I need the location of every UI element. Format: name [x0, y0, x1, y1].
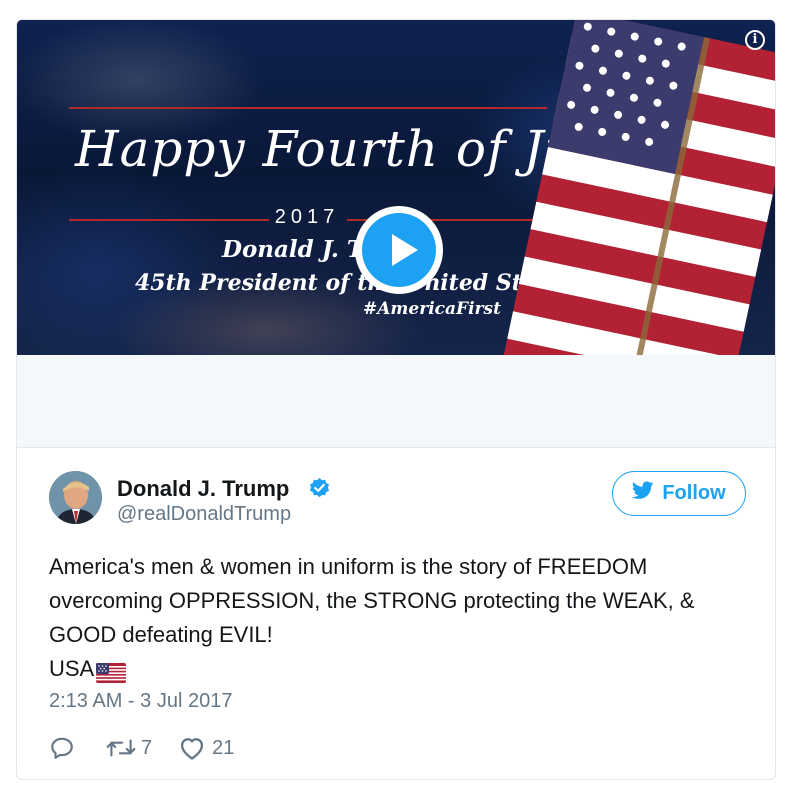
twitter-bird-icon	[632, 481, 654, 506]
tweet-text: America's men & women in uniform is the …	[49, 550, 749, 686]
media-caption-area	[17, 355, 775, 447]
decorative-rule-top	[69, 107, 547, 109]
us-flag-emoji	[96, 659, 127, 683]
play-icon	[392, 234, 418, 266]
tweet-line: America's men & women in uniform is the …	[49, 554, 648, 579]
follow-button-label: Follow	[662, 482, 726, 504]
play-button-circle	[362, 213, 436, 287]
media-year: 2017	[274, 206, 340, 228]
like-count: 21	[212, 736, 235, 759]
decorative-rule-left	[69, 219, 269, 221]
media-signature-title: 45th President of the United States	[135, 270, 573, 296]
tweet-timestamp[interactable]: 2:13 AM - 3 Jul 2017	[49, 690, 232, 713]
video-media[interactable]: Happy Fourth of July 2017 Donald J. Trum…	[17, 20, 775, 355]
avatar[interactable]	[49, 471, 102, 524]
retweet-button[interactable]: 7	[105, 735, 152, 761]
author-handle[interactable]: @realDonaldTrump	[117, 503, 291, 526]
play-button[interactable]	[355, 206, 443, 294]
tweet-actions: 7 21	[49, 732, 234, 764]
heart-icon	[178, 735, 206, 761]
author-name[interactable]: Donald J. Trump	[117, 476, 289, 502]
embedded-tweet-card: Happy Fourth of July 2017 Donald J. Trum…	[16, 19, 776, 780]
tweet-usa-line: USA	[49, 652, 749, 686]
info-icon[interactable]: i	[745, 30, 765, 50]
verified-badge-icon	[308, 477, 331, 500]
retweet-icon	[105, 735, 137, 761]
media-title: Happy Fourth of July	[75, 120, 624, 178]
tweet-line: GOOD defeating EVIL!	[49, 622, 273, 647]
tweet-line: overcoming OPPRESSION, the STRONG protec…	[49, 588, 695, 613]
follow-button[interactable]: Follow	[612, 471, 746, 516]
media-divider	[17, 447, 775, 448]
tweet-usa-text: USA	[49, 656, 95, 681]
reply-button[interactable]	[49, 735, 75, 761]
like-button[interactable]: 21	[178, 735, 234, 761]
reply-icon	[49, 735, 75, 761]
retweet-count: 7	[141, 736, 153, 759]
media-hashtag: #AmericaFirst	[363, 299, 501, 319]
